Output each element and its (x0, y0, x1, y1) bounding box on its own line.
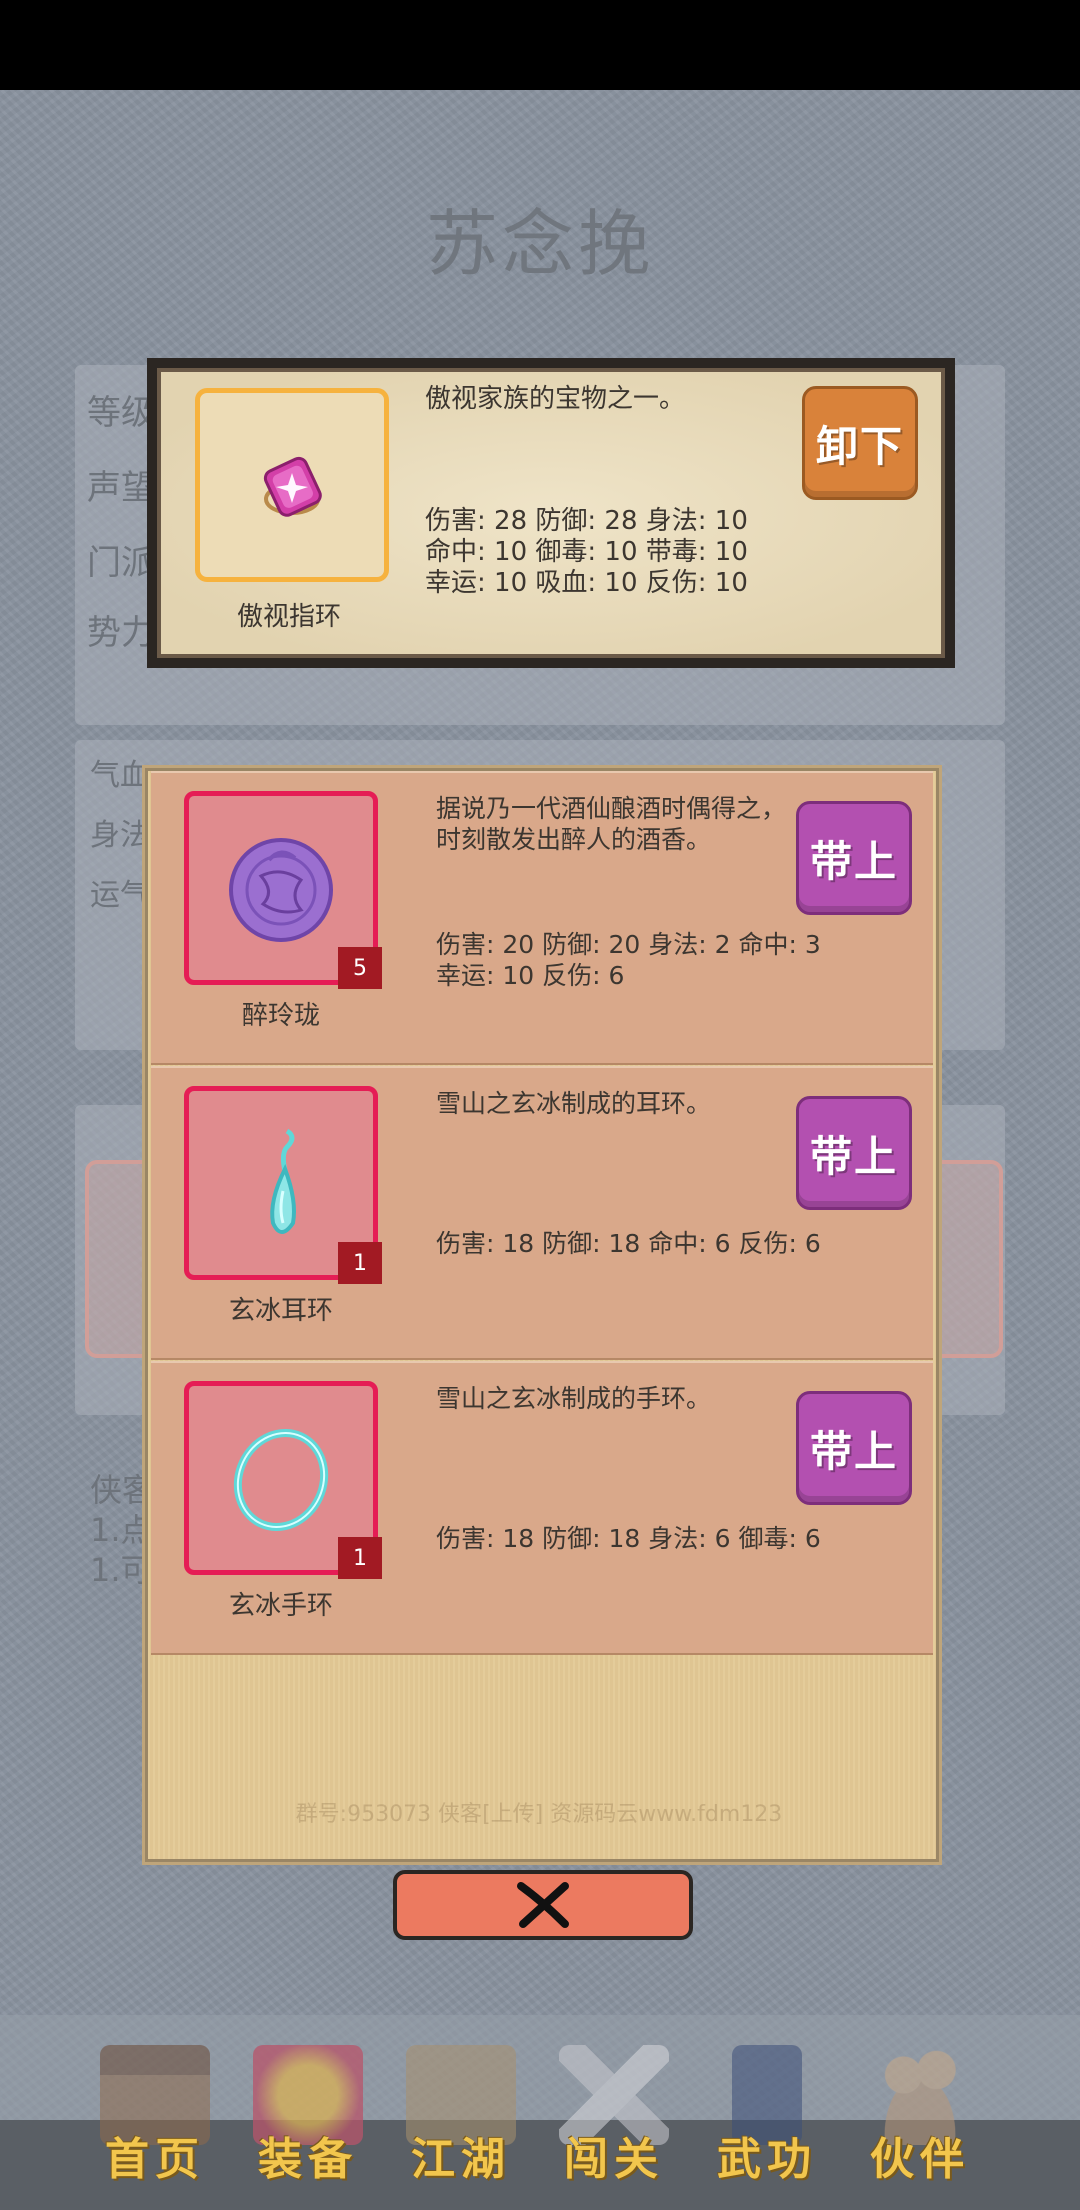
watermark-text: 群号:953073 侠客[上传] 资源码云www.fdm123 (295, 1802, 783, 1827)
inventory-item-row: 1 玄冰手环 雪山之玄冰制成的手环。 伤害: 18 防御: 18 身法: 6 御… (151, 1361, 933, 1655)
nav-companions-label: 伙伴 (870, 2134, 970, 2185)
equipped-stats-line: 幸运: 10 吸血: 10 反伤: 10 (425, 568, 748, 598)
nav-martial-arts-label: 武功 (717, 2134, 817, 2185)
item-stats-line: 伤害: 18 防御: 18 身法: 6 御毒: 6 (436, 1524, 821, 1553)
inventory-item-stats: 伤害: 20 防御: 20 身法: 2 命中: 3 幸运: 10 反伤: 6 (436, 929, 886, 991)
equipped-item-slot[interactable] (195, 388, 389, 582)
inventory-item-name: 醉玲珑 (241, 1001, 320, 1031)
pink-ring-icon (263, 456, 322, 517)
inventory-item-description: 雪山之玄冰制成的耳环。 (436, 1089, 712, 1118)
equipped-stats-line: 伤害: 28 防御: 28 身法: 10 (425, 506, 748, 536)
nav-jianghu[interactable]: 江湖 (386, 2045, 536, 2185)
item-stats-line: 幸运: 10 反伤: 6 (436, 961, 625, 990)
item-stats-line: 伤害: 18 防御: 18 命中: 6 反伤: 6 (436, 1229, 821, 1258)
bottom-nav: 首页 装备 江湖 闯关 武功 伙伴 (0, 2015, 1080, 2210)
nav-home[interactable]: 首页 (80, 2045, 230, 2185)
nav-martial-arts[interactable]: 武功 (692, 2045, 842, 2185)
item-count-badge: 1 (338, 1242, 382, 1284)
close-x-icon (517, 1882, 569, 1928)
equipped-item-description: 傲视家族的宝物之一。 (425, 384, 686, 414)
nav-equipment[interactable]: 装备 (233, 2045, 383, 2185)
equipped-item-stats: 伤害: 28 防御: 28 身法: 10 命中: 10 御毒: 10 带毒: 1… (425, 506, 748, 599)
game-screen: 苏念挽 等级 声望 门派 势力：皇族 气血 身法 运气 侠客 1.点 1.可 (0, 90, 1080, 2210)
inventory-list: 5 醉玲珑 据说乃一代酒仙酿酒时偶得之，时刻散发出醉人的酒香。 伤害: 20 防… (145, 768, 939, 1862)
inventory-item-slot[interactable]: 1 (184, 1381, 382, 1579)
close-button[interactable] (393, 1870, 693, 1940)
inventory-item-description: 据说乃一代酒仙酿酒时偶得之，时刻散发出醉人的酒香。 (436, 794, 787, 854)
nav-challenge-label: 闯关 (564, 2134, 664, 2185)
inventory-item-name: 玄冰手环 (228, 1591, 333, 1621)
inventory-item-slot[interactable]: 1 (184, 1086, 382, 1284)
equipped-stats-line: 命中: 10 御毒: 10 带毒: 10 (425, 537, 748, 567)
unequip-button[interactable]: 卸下 (802, 386, 918, 500)
inventory-item-stats: 伤害: 18 防御: 18 命中: 6 反伤: 6 (436, 1228, 886, 1259)
nav-equipment-label: 装备 (258, 2134, 358, 2185)
nav-home-label: 首页 (105, 2134, 205, 2185)
inventory-item-name: 玄冰耳环 (228, 1296, 333, 1326)
equip-button[interactable]: 带上 (796, 801, 912, 915)
nav-challenge[interactable]: 闯关 (539, 2045, 689, 2185)
inventory-item-stats: 伤害: 18 防御: 18 身法: 6 御毒: 6 (436, 1523, 886, 1554)
equipped-item-name: 傲视指环 (236, 602, 341, 632)
item-count-badge: 5 (338, 947, 382, 989)
nav-jianghu-label: 江湖 (411, 2134, 511, 2185)
inventory-item-slot[interactable]: 5 (184, 791, 382, 989)
inventory-item-row: 5 醉玲珑 据说乃一代酒仙酿酒时偶得之，时刻散发出醉人的酒香。 伤害: 20 防… (151, 771, 933, 1065)
equip-button[interactable]: 带上 (796, 1096, 912, 1210)
nav-companions[interactable]: 伙伴 (845, 2045, 995, 2185)
item-count-badge: 1 (338, 1537, 382, 1579)
inventory-item-description: 雪山之玄冰制成的手环。 (436, 1384, 712, 1413)
item-stats-line: 伤害: 20 防御: 20 身法: 2 命中: 3 (436, 930, 821, 959)
inventory-item-row: 1 玄冰耳环 雪山之玄冰制成的耳环。 伤害: 18 防御: 18 命中: 6 反… (151, 1066, 933, 1360)
equip-button[interactable]: 带上 (796, 1391, 912, 1505)
equipped-item-card: 傲视指环 傲视家族的宝物之一。 伤害: 28 防御: 28 身法: 10 命中:… (147, 358, 955, 668)
